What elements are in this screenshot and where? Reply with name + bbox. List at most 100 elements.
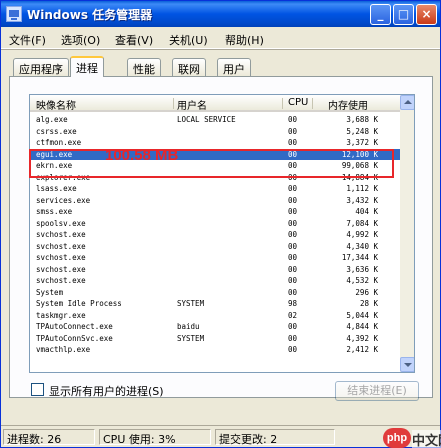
- process-name: services.exe: [36, 195, 91, 205]
- tab-applications[interactable]: 应用程序: [13, 58, 69, 76]
- process-name: svchost.exe: [36, 230, 86, 239]
- process-memory: 404 K: [355, 207, 378, 216]
- annotation-highlight-box: [29, 149, 394, 178]
- table-row[interactable]: TPAutoConnect.exe baidu 00 4,844 K: [30, 321, 400, 333]
- vertical-scrollbar[interactable]: [400, 95, 414, 372]
- process-cpu: 00: [288, 126, 298, 136]
- title-bar[interactable]: Windows 任务管理器 _ □ ×: [1, 1, 440, 27]
- table-row[interactable]: csrss.exe 00 5,248 K: [30, 126, 400, 138]
- table-row[interactable]: lsass.exe 00 1,112 K: [30, 183, 400, 195]
- process-memory: 3,432 K: [346, 195, 378, 205]
- process-name: svchost.exe: [36, 241, 86, 251]
- table-row[interactable]: svchost.exe 00 4,340 K: [30, 241, 400, 253]
- table-row[interactable]: svchost.exe 00 4,992 K: [30, 229, 400, 241]
- status-cpu-usage: CPU 使用: 3%: [99, 429, 211, 446]
- minimize-button[interactable]: _: [370, 4, 391, 25]
- table-row[interactable]: System Idle Process SYSTEM 98 28 K: [30, 298, 400, 310]
- table-row[interactable]: svchost.exe 00 4,532 K: [30, 275, 400, 287]
- status-bar: 进程数: 26 CPU 使用: 3% 提交更改: 2: [1, 425, 440, 447]
- table-row[interactable]: taskmgr.exe 02 5,044 K: [30, 310, 400, 322]
- process-cpu: 00: [288, 276, 298, 285]
- php-logo: php: [383, 428, 411, 448]
- process-user: baidu: [177, 322, 200, 331]
- process-name: System: [36, 287, 64, 297]
- process-cpu: 00: [288, 115, 298, 124]
- task-manager-window: Windows 任务管理器 _ □ × 文件(F) 选项(O) 查看(V) 关机…: [0, 0, 441, 448]
- process-memory: 17,344 K: [341, 253, 378, 262]
- table-row[interactable]: TPAutoConnSvc.exe SYSTEM 00 4,392 K: [30, 333, 400, 345]
- process-cpu: 98: [288, 299, 298, 308]
- process-memory: 4,340 K: [346, 241, 378, 251]
- status-process-count: 进程数: 26: [3, 429, 95, 446]
- process-name: smss.exe: [36, 207, 73, 216]
- process-name: taskmgr.exe: [36, 310, 86, 320]
- process-cpu: 00: [288, 264, 298, 274]
- process-name: TPAutoConnect.exe: [36, 322, 113, 331]
- process-list[interactable]: 映像名称 用户名 CPU 内存使用 alg.exe LOCAL SERVICE 00…: [29, 94, 415, 373]
- table-row[interactable]: smss.exe 00 404 K: [30, 206, 400, 218]
- column-image-name[interactable]: 映像名称: [36, 97, 76, 112]
- tab-processes[interactable]: 进程: [70, 56, 104, 77]
- process-memory: 1,112 K: [346, 184, 378, 193]
- menu-file[interactable]: 文件(F): [9, 32, 46, 48]
- menu-shutdown[interactable]: 关机(U): [169, 32, 208, 48]
- process-name: svchost.exe: [36, 264, 86, 274]
- process-cpu: 00: [288, 287, 298, 297]
- menu-view[interactable]: 查看(V): [115, 32, 153, 48]
- table-row[interactable]: svchost.exe 00 3,636 K: [30, 264, 400, 276]
- end-process-button[interactable]: 结束进程(E): [335, 381, 419, 401]
- scroll-down-icon[interactable]: [400, 357, 414, 372]
- table-row[interactable]: vmacthlp.exe 00 2,412 K: [30, 344, 400, 356]
- process-cpu: 00: [288, 241, 298, 251]
- process-memory: 28 K: [359, 299, 378, 308]
- maximize-button[interactable]: □: [393, 4, 414, 25]
- process-cpu: 00: [288, 195, 298, 205]
- column-cpu[interactable]: CPU: [288, 97, 308, 108]
- menu-options[interactable]: 选项(O): [61, 32, 100, 48]
- process-name: ctfmon.exe: [36, 138, 82, 147]
- table-row[interactable]: spoolsv.exe 00 7,084 K: [30, 218, 400, 230]
- close-button[interactable]: ×: [416, 4, 437, 25]
- process-name: svchost.exe: [36, 276, 86, 285]
- process-memory: 4,844 K: [346, 322, 378, 331]
- process-memory: 3,688 K: [346, 115, 378, 124]
- process-name: TPAutoConnSvc.exe: [36, 333, 113, 343]
- process-cpu: 00: [288, 322, 298, 331]
- menu-bar: 文件(F) 选项(O) 查看(V) 关机(U) 帮助(H): [1, 29, 440, 49]
- process-name: spoolsv.exe: [36, 218, 86, 228]
- column-divider[interactable]: [282, 98, 283, 109]
- process-cpu: 00: [288, 230, 298, 239]
- table-row[interactable]: alg.exe LOCAL SERVICE 00 3,688 K: [30, 114, 400, 126]
- process-cpu: 00: [288, 218, 298, 228]
- menu-help[interactable]: 帮助(H): [225, 32, 264, 48]
- process-name: csrss.exe: [36, 126, 77, 136]
- process-memory: 4,532 K: [346, 276, 378, 285]
- column-user-name[interactable]: 用户名: [177, 97, 207, 112]
- process-cpu: 00: [288, 138, 298, 147]
- show-all-users-checkbox[interactable]: [31, 383, 44, 396]
- process-memory: 296 K: [355, 287, 378, 297]
- table-row[interactable]: services.exe 00 3,432 K: [30, 195, 400, 207]
- process-memory: 4,992 K: [346, 230, 378, 239]
- scroll-up-icon[interactable]: [400, 95, 414, 110]
- table-row[interactable]: System 00 296 K: [30, 287, 400, 299]
- tab-networking[interactable]: 联网: [172, 58, 206, 76]
- process-memory: 4,392 K: [346, 333, 378, 343]
- process-name: System Idle Process: [36, 299, 122, 308]
- column-divider[interactable]: [173, 98, 174, 109]
- table-row[interactable]: svchost.exe 00 17,344 K: [30, 252, 400, 264]
- table-row[interactable]: ctfmon.exe 00 3,372 K: [30, 137, 400, 149]
- process-name: vmacthlp.exe: [36, 345, 91, 354]
- list-header: 映像名称 用户名 CPU 内存使用: [30, 95, 400, 112]
- watermark-text: 中文网: [412, 430, 441, 448]
- column-divider[interactable]: [312, 98, 313, 109]
- process-memory: 3,372 K: [346, 138, 378, 147]
- process-cpu: 02: [288, 310, 298, 320]
- show-all-users-label: 显示所有用户的进程(S): [49, 385, 164, 398]
- process-name: svchost.exe: [36, 253, 86, 262]
- tab-users[interactable]: 用户: [217, 58, 251, 76]
- column-memory-usage[interactable]: 内存使用: [328, 97, 368, 112]
- tab-performance[interactable]: 性能: [127, 58, 161, 76]
- process-cpu: 00: [288, 333, 298, 343]
- process-user: SYSTEM: [177, 333, 205, 343]
